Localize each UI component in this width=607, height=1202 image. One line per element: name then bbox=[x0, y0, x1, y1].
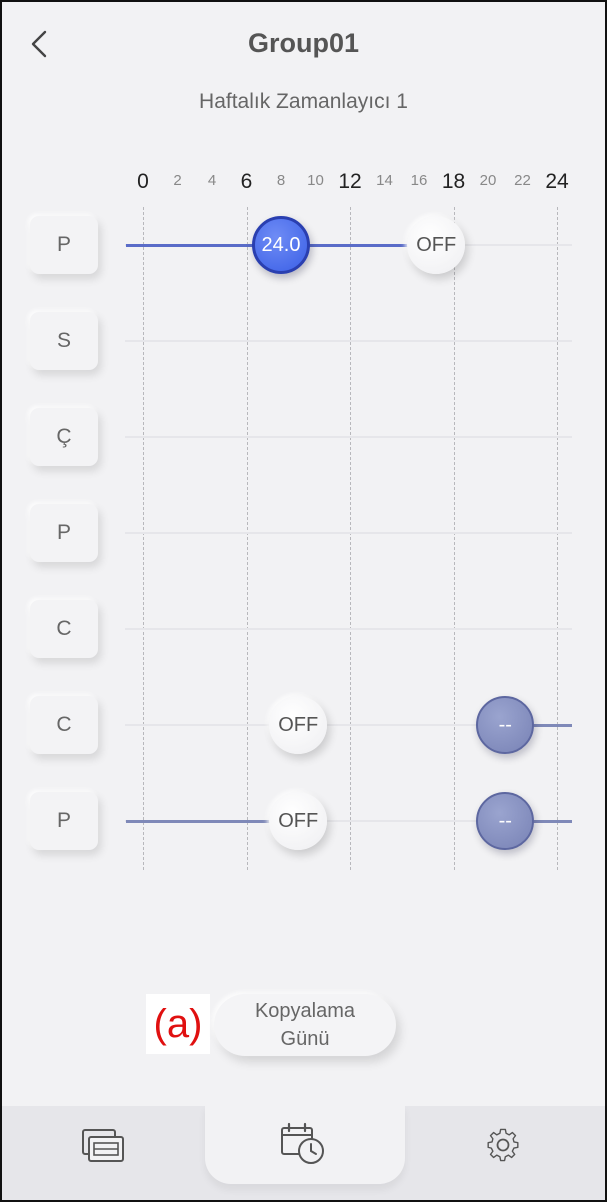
hour-gridline bbox=[453, 207, 455, 870]
day-button[interactable]: C bbox=[30, 696, 98, 754]
day-row-track bbox=[125, 532, 572, 534]
schedule-event-knob[interactable]: OFF bbox=[269, 696, 328, 754]
day-row-track bbox=[125, 436, 572, 438]
copy-day-label-line2: Günü bbox=[280, 1028, 330, 1050]
schedule-name: Haftalık Zamanlayıcı 1 bbox=[199, 90, 408, 113]
schedule-event-knob[interactable]: 24.0 bbox=[252, 216, 310, 274]
day-button[interactable]: P bbox=[30, 216, 98, 274]
hour-gridline bbox=[246, 207, 248, 870]
devices-icon[interactable] bbox=[80, 1126, 128, 1166]
day-button[interactable]: C bbox=[30, 600, 98, 658]
day-button[interactable]: P bbox=[30, 792, 98, 850]
day-button[interactable]: Ç bbox=[30, 408, 98, 466]
day-button[interactable]: S bbox=[30, 312, 98, 370]
day-row-track bbox=[125, 340, 572, 342]
hour-tick-label: 24 bbox=[545, 170, 569, 193]
hour-gridline bbox=[557, 207, 558, 870]
schedule-event-knob[interactable]: OFF bbox=[269, 792, 328, 850]
schedule-event-knob[interactable]: OFF bbox=[407, 216, 466, 274]
copy-day-button[interactable]: Kopyalama Günü bbox=[214, 994, 396, 1056]
copy-day-label-line1: Kopyalama bbox=[254, 1000, 356, 1022]
gear-icon[interactable] bbox=[484, 1126, 522, 1164]
day-row-track bbox=[125, 628, 572, 630]
annotation-label: (a) bbox=[146, 994, 210, 1054]
hour-gridline bbox=[143, 207, 144, 870]
page-title: Group01 bbox=[247, 28, 360, 58]
day-button[interactable]: P bbox=[30, 504, 98, 562]
hour-gridline bbox=[350, 207, 351, 870]
schedule-event-knob[interactable]: -- bbox=[476, 696, 535, 754]
schedule-event-knob[interactable]: -- bbox=[476, 792, 535, 850]
calendar-clock-icon[interactable] bbox=[278, 1121, 328, 1167]
